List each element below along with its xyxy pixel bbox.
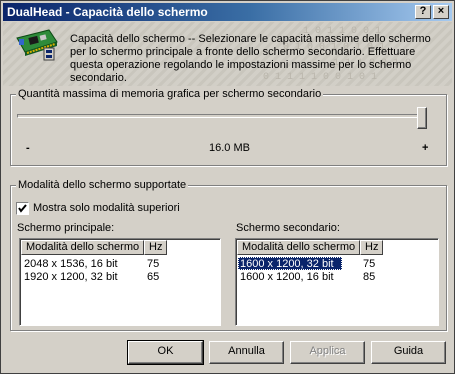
primary-row-hz[interactable]: 75 bbox=[147, 258, 159, 270]
secondary-row-hz[interactable]: 75 bbox=[363, 258, 375, 270]
ok-button[interactable]: OK bbox=[127, 340, 204, 365]
primary-row-hz[interactable]: 65 bbox=[147, 271, 159, 283]
primary-row-mode[interactable]: 1920 x 1200, 32 bit bbox=[24, 271, 118, 283]
dialog-window: DualHead - Capacità dello schermo ? × 1 … bbox=[0, 0, 455, 374]
cancel-button[interactable]: Annulla bbox=[209, 341, 284, 364]
modes-group-title: Modalità dello schermo supportate bbox=[16, 179, 189, 192]
memory-value: 16.0 MB bbox=[209, 142, 250, 154]
secondary-row-hz[interactable]: 85 bbox=[363, 271, 375, 283]
secondary-row-mode[interactable]: 1600 x 1200, 16 bit bbox=[240, 271, 334, 283]
primary-col-mode[interactable]: Modalità dello schermo bbox=[21, 240, 144, 255]
primary-screen-label: Schermo principale: bbox=[17, 222, 115, 234]
title-bar[interactable]: DualHead - Capacità dello schermo ? × bbox=[3, 3, 452, 21]
checkmark-icon bbox=[18, 204, 27, 213]
primary-col-hz[interactable]: Hz bbox=[144, 240, 167, 255]
secondary-row-mode-selected[interactable]: 1600 x 1200, 32 bit bbox=[240, 258, 334, 270]
secondary-modes-list[interactable]: Modalità dello schermo Hz 1600 x 1200, 3… bbox=[235, 238, 439, 326]
header-banner: 1 0 1 1 0 0 1 0 1 0 0 1 0 1 0 1 1 1 1 0 … bbox=[3, 22, 452, 86]
help-button[interactable]: Guida bbox=[371, 341, 446, 364]
header-description: Capacità dello schermo -- Selezionare le… bbox=[70, 33, 431, 84]
slider-max-label: + bbox=[422, 142, 429, 154]
memory-slider-track[interactable] bbox=[17, 114, 419, 118]
graphics-card-icon bbox=[16, 29, 58, 61]
primary-modes-list[interactable]: Modalità dello schermo Hz 2048 x 1536, 1… bbox=[19, 238, 221, 326]
modes-groupbox: Modalità dello schermo supportate Mostra… bbox=[10, 179, 447, 331]
show-higher-modes-checkbox[interactable] bbox=[16, 202, 29, 215]
secondary-col-hz[interactable]: Hz bbox=[360, 240, 383, 255]
memory-group-title: Quantità massima di memoria grafica per … bbox=[16, 88, 324, 101]
show-higher-modes-label[interactable]: Mostra solo modalità superiori bbox=[33, 202, 180, 214]
secondary-screen-label: Schermo secondario: bbox=[236, 222, 340, 234]
close-button[interactable]: × bbox=[433, 5, 449, 19]
primary-row-mode[interactable]: 2048 x 1536, 16 bit bbox=[24, 258, 118, 270]
memory-groupbox: Quantità massima di memoria grafica per … bbox=[10, 88, 447, 166]
memory-slider-thumb[interactable] bbox=[417, 107, 427, 129]
help-title-button[interactable]: ? bbox=[415, 5, 431, 19]
secondary-col-mode[interactable]: Modalità dello schermo bbox=[237, 240, 360, 255]
window-title: DualHead - Capacità dello schermo bbox=[7, 5, 208, 19]
apply-button[interactable]: Applica bbox=[290, 341, 365, 364]
